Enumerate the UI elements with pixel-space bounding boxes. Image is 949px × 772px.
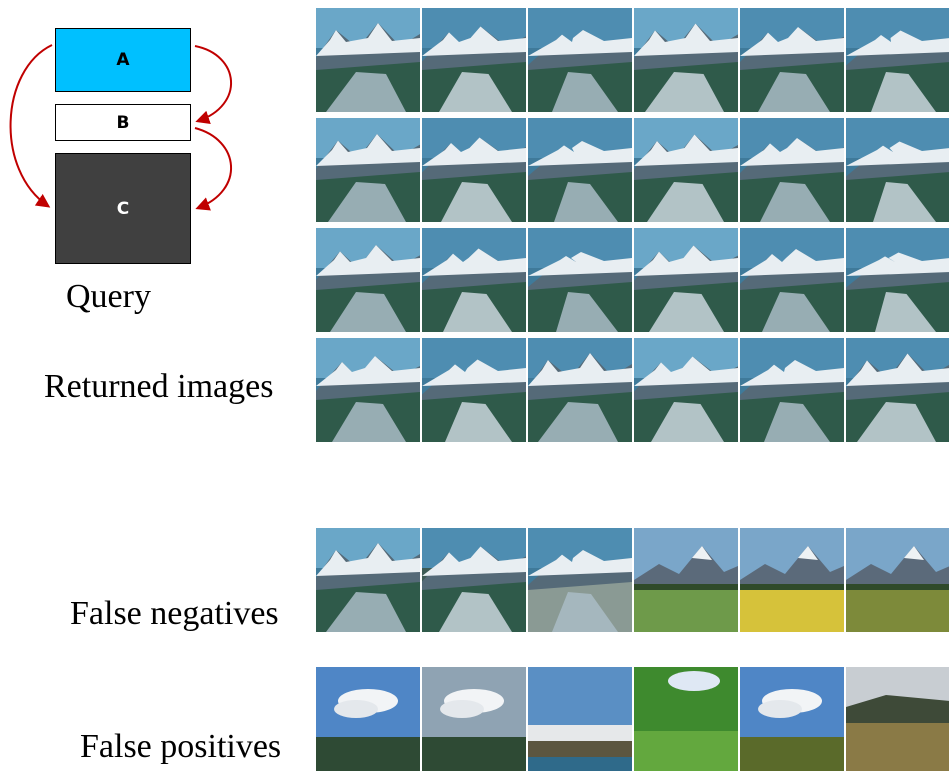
false-positives-thumbnail	[528, 667, 632, 771]
false-positives-thumbnail	[316, 667, 420, 771]
false-negatives-thumbnail	[422, 528, 526, 632]
returned-thumbnail	[740, 228, 844, 332]
returned-thumbnail	[846, 338, 949, 442]
returned-images-label: Returned images	[44, 368, 274, 405]
returned-thumbnail	[528, 8, 632, 112]
returned-thumbnail	[422, 8, 526, 112]
returned-thumbnail	[316, 228, 420, 332]
query-caption: Query	[66, 278, 151, 315]
returned-thumbnail	[634, 118, 738, 222]
false-positives-thumbnail	[846, 667, 949, 771]
false-negatives-thumbnail	[316, 528, 420, 632]
false-positives-label: False positives	[80, 728, 282, 765]
false-positives-thumbnail	[422, 667, 526, 771]
false-positives-thumbnail	[634, 667, 738, 771]
returned-thumbnail	[528, 228, 632, 332]
false-negatives-thumbnail	[634, 528, 738, 632]
returned-thumbnail	[846, 8, 949, 112]
returned-thumbnail	[422, 118, 526, 222]
false-negatives-thumbnail	[528, 528, 632, 632]
returned-thumbnail	[422, 338, 526, 442]
returned-thumbnail	[846, 228, 949, 332]
false-positives-thumbnail	[740, 667, 844, 771]
arrow-b-to-c	[194, 127, 233, 211]
returned-thumbnail	[316, 8, 420, 112]
query-arrows	[9, 44, 233, 211]
false-negatives-thumbnail	[740, 528, 844, 632]
arrow-a-to-c	[9, 44, 53, 208]
returned-thumbnail	[740, 338, 844, 442]
arrow-a-to-b	[194, 45, 233, 125]
false-negatives-label: False negatives	[70, 595, 279, 632]
returned-thumbnail	[740, 118, 844, 222]
returned-thumbnail	[846, 118, 949, 222]
returned-thumbnail	[528, 118, 632, 222]
returned-thumbnail	[422, 228, 526, 332]
returned-thumbnail	[740, 8, 844, 112]
false-negatives-thumbnail	[846, 528, 949, 632]
returned-thumbnail	[634, 228, 738, 332]
returned-thumbnail	[316, 118, 420, 222]
returned-thumbnail	[316, 338, 420, 442]
returned-thumbnail	[634, 338, 738, 442]
returned-thumbnail	[634, 8, 738, 112]
returned-thumbnail	[528, 338, 632, 442]
